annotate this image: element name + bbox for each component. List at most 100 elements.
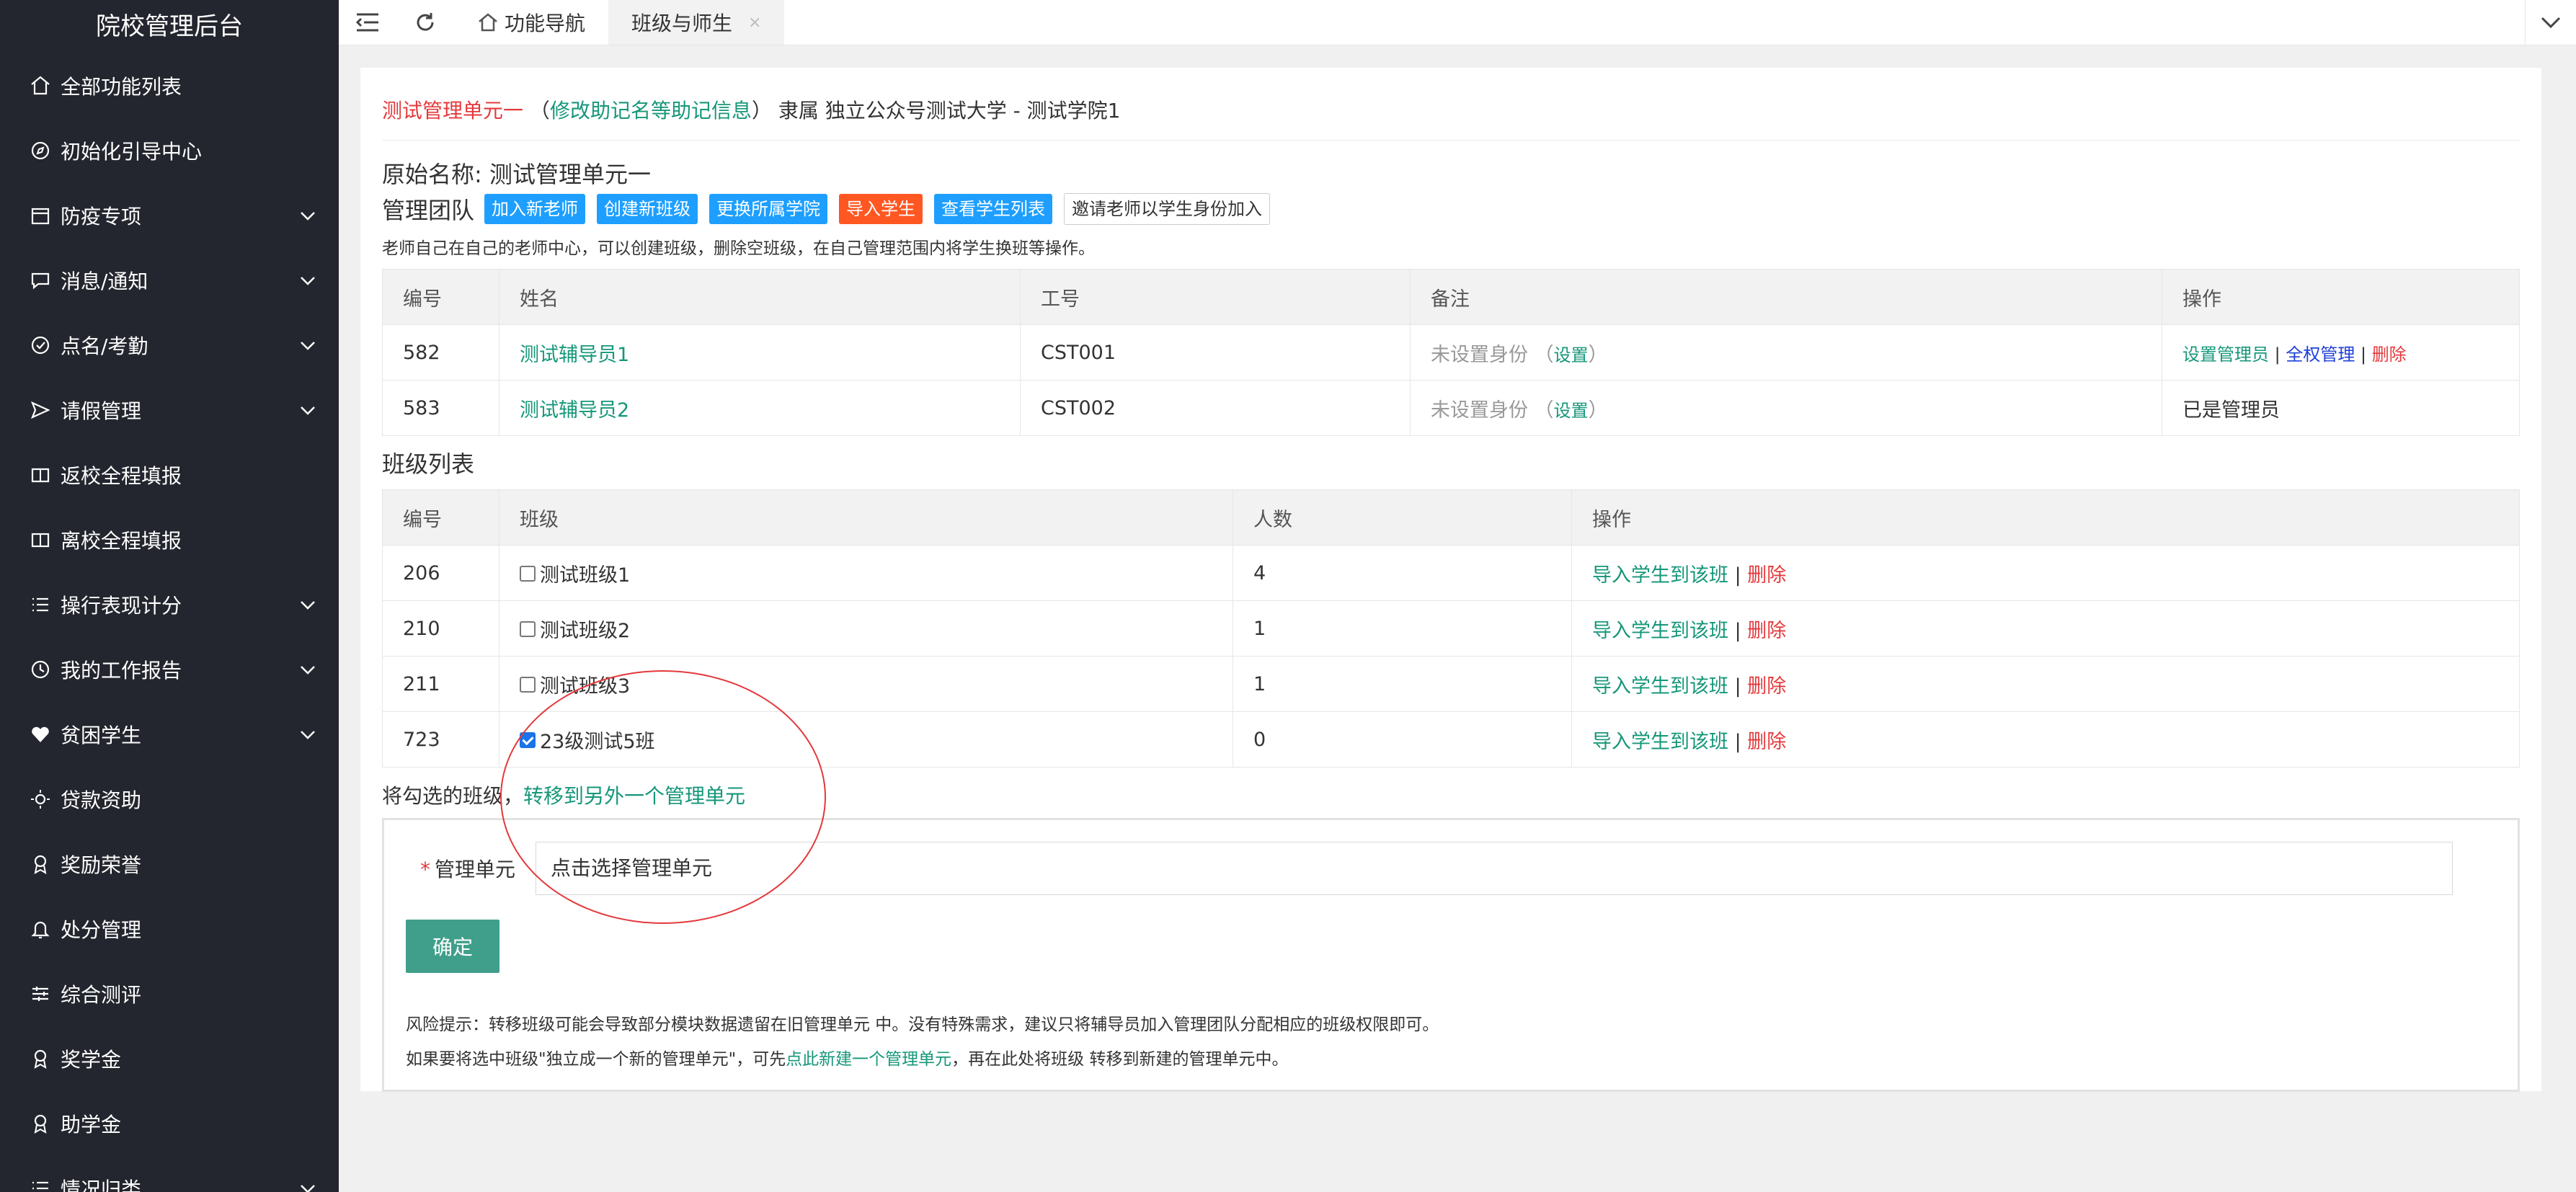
edit-mnemonic-link[interactable]: 修改助记名等助记信息 [550, 99, 752, 123]
col-work-no: 工号 [1020, 269, 1411, 325]
award-icon [29, 1048, 52, 1069]
sidebar-item[interactable]: 我的工作报告 [0, 637, 339, 702]
team-toolbar: 管理团队 加入新老师 创建新班级 更换所属学院 导入学生 查看学生列表 邀请老师… [382, 192, 2520, 226]
sidebar-item-label: 奖学金 [61, 1048, 122, 1072]
delete-class-link[interactable]: 删除 [1747, 620, 1786, 642]
team-note: 老师自己在自己的老师中心，可以创建班级，删除空班级，在自己管理范围内将学生换班等… [382, 239, 1095, 258]
collapse-menu-button[interactable] [339, 0, 396, 45]
import-to-class-link[interactable]: 导入学生到该班 [1592, 564, 1728, 587]
class-checkbox[interactable] [520, 566, 536, 582]
delete-teacher-link[interactable]: 删除 [2372, 344, 2407, 365]
send-icon [29, 399, 52, 421]
transfer-prefix: 将勾选的班级， [382, 784, 524, 808]
teacher-name-link[interactable]: 测试辅导员1 [520, 344, 629, 366]
sidebar-item[interactable]: 初始化引导中心 [0, 118, 339, 183]
sidebar-item-label: 返校全程填报 [61, 464, 182, 488]
sidebar-item-label: 情况归类 [61, 1178, 142, 1192]
sidebar-item[interactable]: 奖励荣誉 [0, 832, 339, 897]
delete-class-link[interactable]: 删除 [1747, 675, 1786, 698]
sidebar-item-label: 初始化引导中心 [61, 140, 203, 164]
original-name-label: 原始名称: [382, 161, 482, 188]
class-name: 测试班级2 [540, 619, 631, 642]
sidebar-item-label: 奖励荣誉 [61, 853, 142, 877]
list-icon [29, 594, 52, 615]
home-icon [479, 13, 497, 32]
tabs-more-button[interactable] [2525, 0, 2576, 45]
invite-teacher-button[interactable]: 邀请老师以学生身份加入 [1064, 193, 1271, 225]
heart-icon [29, 724, 52, 745]
menu-fold-icon [355, 13, 378, 32]
class-checkbox[interactable] [520, 677, 536, 693]
class-id: 206 [382, 545, 499, 601]
tab-function-nav[interactable]: 功能导航 [454, 0, 608, 45]
sidebar-item[interactable]: 返校全程填报 [0, 442, 339, 507]
class-count: 1 [1233, 600, 1572, 657]
sidebar-item[interactable]: 贫困学生 [0, 702, 339, 767]
sidebar-item[interactable]: 消息/通知 [0, 248, 339, 313]
chevron-down-icon [2541, 17, 2561, 29]
sidebar-item[interactable]: 全部功能列表 [0, 53, 339, 118]
import-to-class-link[interactable]: 导入学生到该班 [1592, 620, 1728, 642]
list-icon [29, 1178, 52, 1192]
class-checkbox[interactable] [520, 621, 536, 637]
col-id: 编号 [382, 489, 499, 546]
check-circle-icon [29, 334, 52, 356]
full-admin-link[interactable]: 全权管理 [2286, 344, 2355, 365]
chevron-down-icon [298, 336, 317, 355]
set-admin-link[interactable]: 设置管理员 [2182, 344, 2269, 365]
award-icon [29, 1113, 52, 1134]
risk-line-2: 如果要将选中班级"独立成一个新的管理单元"，可先点此新建一个管理单元，再在此处将… [406, 1050, 1289, 1069]
sidebar-item[interactable]: 综合测评 [0, 961, 339, 1026]
import-students-button[interactable]: 导入学生 [839, 194, 923, 224]
table-row: 211 测试班级3 1 导入学生到该班 | 删除 [382, 656, 2520, 712]
change-college-button[interactable]: 更换所属学院 [709, 194, 828, 224]
sidebar-item[interactable]: 点名/考勤 [0, 313, 339, 378]
sidebar-item[interactable]: 操行表现计分 [0, 572, 339, 637]
confirm-button[interactable]: 确定 [406, 920, 499, 973]
delete-class-link[interactable]: 删除 [1747, 564, 1786, 587]
unit-select-label: * 管理单元 [419, 858, 515, 881]
tab-class-teachers[interactable]: 班级与师生 × [608, 0, 785, 45]
unit-name: 测试管理单元一 [382, 99, 524, 123]
transfer-link[interactable]: 转移到另外一个管理单元 [523, 784, 745, 808]
create-class-button[interactable]: 创建新班级 [597, 194, 698, 224]
teacher-id: 583 [382, 380, 499, 436]
sidebar-item[interactable]: 情况归类 [0, 1156, 339, 1192]
import-to-class-link[interactable]: 导入学生到该班 [1592, 731, 1728, 753]
col-class: 班级 [499, 489, 1233, 546]
sidebar-item-label: 消息/通知 [61, 270, 148, 293]
set-identity-link[interactable]: 设置 [1554, 345, 1589, 365]
sidebar-item[interactable]: 请假管理 [0, 378, 339, 442]
sidebar-item-label: 防疫专项 [61, 205, 142, 228]
add-teacher-button[interactable]: 加入新老师 [484, 194, 586, 224]
import-to-class-link[interactable]: 导入学生到该班 [1592, 675, 1728, 698]
clock-icon [29, 659, 52, 680]
refresh-button[interactable] [396, 0, 454, 45]
col-name: 姓名 [499, 269, 1021, 325]
close-icon[interactable]: × [748, 14, 761, 32]
delete-class-link[interactable]: 删除 [1747, 731, 1786, 753]
calendar-icon [29, 205, 52, 226]
class-checkbox[interactable] [520, 732, 536, 748]
sidebar-item[interactable]: 助学金 [0, 1091, 339, 1156]
sidebar-item[interactable]: 奖学金 [0, 1026, 339, 1091]
teacher-name-link[interactable]: 测试辅导员2 [520, 399, 629, 422]
unit-select-input[interactable]: 点击选择管理单元 [536, 842, 2453, 895]
view-students-button[interactable]: 查看学生列表 [934, 194, 1053, 224]
create-unit-link[interactable]: 点此新建一个管理单元 [786, 1050, 951, 1069]
chevron-down-icon [298, 401, 317, 419]
class-id: 723 [382, 711, 499, 768]
set-identity-link[interactable]: 设置 [1554, 401, 1589, 421]
chat-icon [29, 270, 52, 291]
sidebar-item[interactable]: 贷款资助 [0, 767, 339, 832]
sidebar-item-label: 全部功能列表 [61, 75, 182, 99]
chevron-down-icon [298, 206, 317, 225]
op-separator: | [1728, 564, 1748, 587]
table-row: 723 23级测试5班 0 导入学生到该班 | 删除 [382, 711, 2520, 768]
sidebar-item[interactable]: 处分管理 [0, 897, 339, 961]
sidebar-item[interactable]: 防疫专项 [0, 183, 339, 248]
sidebar-item[interactable]: 离校全程填报 [0, 507, 339, 572]
tab-class-teachers-label: 班级与师生 [631, 12, 733, 35]
class-id: 211 [382, 656, 499, 712]
team-title: 管理团队 [382, 197, 475, 224]
